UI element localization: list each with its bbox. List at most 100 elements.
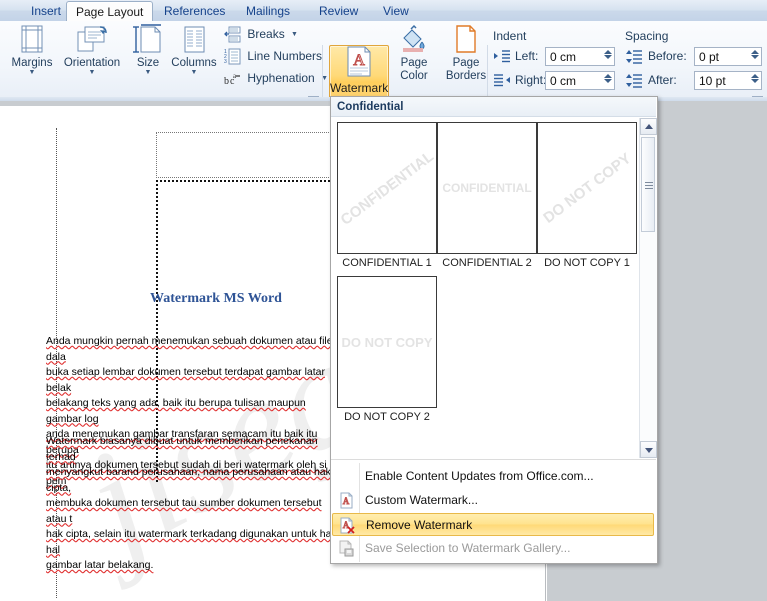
gallery-item-caption: DO NOT COPY 2 [344, 411, 430, 423]
spacing-after-label: After: [648, 73, 677, 87]
orientation-chevron-down-icon[interactable]: ▼ [58, 69, 126, 77]
indent-group-title: Indent [493, 29, 527, 43]
doc-line: Anda mungkin pernah menemukan sebuah dok… [46, 335, 333, 363]
watermark-gallery: CONFIDENTIAL CONFIDENTIAL 1 CONFIDENTIAL… [331, 118, 639, 458]
indent-right-stepper[interactable] [603, 73, 612, 90]
indent-left-label: Left: [515, 49, 539, 63]
save-selection-icon [338, 540, 355, 557]
page-color-label-1: Page [400, 57, 428, 69]
indent-right-icon [494, 73, 511, 91]
gallery-item-caption: DO NOT COPY 1 [544, 257, 630, 269]
page-borders-icon [440, 24, 492, 56]
gallery-thumbnail: DO NOT COPY [337, 276, 437, 408]
doc-line: belakang teks yang ada, baik itu berupa … [46, 397, 306, 425]
page-color-label-2: Color [400, 70, 428, 82]
tab-mailings[interactable]: Mailings [237, 2, 299, 21]
line-numbers-label: Line Numbers [247, 49, 323, 64]
menu-item-label: Save Selection to Watermark Gallery... [365, 541, 571, 555]
watermark-label: Watermark [330, 81, 389, 95]
orientation-label: Orientation [63, 57, 121, 69]
watermark-icon: A [344, 46, 374, 81]
spacing-after-value: 10 pt [699, 74, 726, 88]
doc-line: Watermark biasanya dibuat untuk memberik… [46, 435, 318, 463]
menu-item-custom-watermark[interactable]: A Custom Watermark... [332, 489, 654, 512]
page-color-button[interactable]: Page Color [390, 24, 438, 82]
menu-item-label: Custom Watermark... [365, 493, 478, 507]
size-icon [126, 24, 170, 56]
svg-text:b: b [224, 76, 229, 87]
doc-line: hak cipta, selain itu watermark terkadan… [46, 528, 338, 556]
doc-line: menyangkut barand perusahaan, nama perus… [46, 466, 331, 494]
columns-chevron-down-icon[interactable]: ▼ [168, 69, 220, 77]
spacing-before-value: 0 pt [699, 50, 720, 64]
scroll-up-icon[interactable] [640, 118, 657, 135]
gallery-scrollbar[interactable] [639, 118, 657, 458]
spacing-before-stepper[interactable] [750, 49, 759, 66]
margins-button[interactable]: Margins ▼ [4, 24, 60, 77]
page-borders-button[interactable]: Page Borders [440, 24, 492, 82]
menu-divider [331, 459, 656, 460]
ribbon-content: Margins ▼ Orientation ▼ Size ▼ Columns ▼… [0, 21, 767, 113]
indent-right-input[interactable]: 0 cm [545, 71, 615, 90]
breaks-button[interactable]: Breaks ▼ [224, 24, 298, 45]
gallery-thumbnail: CONFIDENTIAL [337, 122, 437, 254]
page-borders-label-2: Borders [445, 70, 487, 82]
spacing-after-input[interactable]: 10 pt [694, 71, 762, 90]
svg-text:A: A [343, 496, 350, 506]
watermark-dropdown-menu: Confidential CONFIDENTIAL CONFIDENTIAL 1… [330, 96, 658, 564]
breaks-label: Breaks [247, 27, 285, 42]
tab-view[interactable]: View [374, 2, 418, 21]
gallery-item-do-not-copy-1[interactable]: DO NOT COPY DO NOT COPY 1 [537, 122, 637, 269]
gallery-item-confidential-2[interactable]: CONFIDENTIAL CONFIDENTIAL 2 [437, 122, 537, 269]
doc-line: membuka dokumen tersebut tau sumber doku… [46, 497, 322, 525]
indent-left-input[interactable]: 0 cm [545, 47, 615, 66]
menu-item-label: Remove Watermark [366, 518, 473, 532]
document-title: Watermark MS Word [150, 291, 282, 306]
gallery-thumbnail: CONFIDENTIAL [437, 122, 537, 254]
spacing-before-input[interactable]: 0 pt [694, 47, 762, 66]
size-chevron-down-icon[interactable]: ▼ [126, 69, 170, 77]
spacing-after-stepper[interactable] [750, 73, 759, 90]
hyphenation-button[interactable]: b c a Hyphenation ▼ [224, 68, 328, 89]
indent-right-label: Right: [515, 73, 547, 87]
tab-references[interactable]: References [155, 2, 234, 21]
hyphenation-icon: b c a [224, 70, 241, 87]
margins-label: Margins [11, 57, 53, 69]
scrollbar-grip-icon [645, 182, 653, 189]
doc-line: buka setiap lembar dokumen tersebut terd… [46, 366, 325, 394]
thumbnail-watermark-text: DO NOT COPY [539, 149, 635, 227]
remove-watermark-icon: A [339, 517, 356, 534]
tab-insert[interactable]: Insert [22, 2, 70, 21]
watermark-command-list: Enable Content Updates from Office.com..… [331, 463, 656, 562]
thumbnail-watermark-text: DO NOT COPY [341, 334, 433, 350]
thumbnail-watermark-text: CONFIDENTIAL [337, 147, 437, 229]
orientation-button[interactable]: Orientation ▼ [58, 24, 126, 77]
scroll-down-icon[interactable] [640, 441, 657, 458]
margins-chevron-down-icon[interactable]: ▼ [4, 69, 60, 77]
gallery-item-confidential-1[interactable]: CONFIDENTIAL CONFIDENTIAL 1 [337, 122, 437, 269]
menu-item-remove-watermark[interactable]: A Remove Watermark [332, 513, 654, 536]
tab-review[interactable]: Review [310, 2, 367, 21]
gallery-item-caption: CONFIDENTIAL 1 [342, 257, 432, 269]
indent-left-icon [494, 49, 511, 67]
tab-page-layout[interactable]: Page Layout [66, 1, 154, 23]
line-numbers-button[interactable]: 123 Line Numbers ▼ [224, 46, 335, 67]
columns-icon [168, 24, 220, 56]
columns-button[interactable]: Columns ▼ [168, 24, 220, 77]
breaks-chevron-down-icon[interactable]: ▼ [291, 24, 298, 45]
svg-text:A: A [353, 52, 365, 69]
svg-text:3: 3 [224, 59, 227, 65]
scrollbar-track[interactable] [640, 135, 657, 441]
ribbon-tab-strip: Insert Page Layout References Mailings R… [0, 0, 767, 23]
gallery-item-do-not-copy-2[interactable]: DO NOT COPY DO NOT COPY 2 [337, 276, 437, 423]
gallery-category-header: Confidential [331, 97, 656, 117]
scrollbar-thumb[interactable] [641, 137, 655, 232]
margins-icon [4, 24, 60, 56]
spacing-group-title: Spacing [625, 29, 669, 43]
indent-left-stepper[interactable] [603, 49, 612, 66]
size-button[interactable]: Size ▼ [126, 24, 170, 77]
menu-item-enable-content-updates[interactable]: Enable Content Updates from Office.com..… [332, 465, 654, 488]
hyphenation-label: Hyphenation [247, 71, 315, 86]
indent-left-value: 0 cm [550, 50, 577, 64]
thumbnail-watermark-text: CONFIDENTIAL [442, 181, 532, 195]
